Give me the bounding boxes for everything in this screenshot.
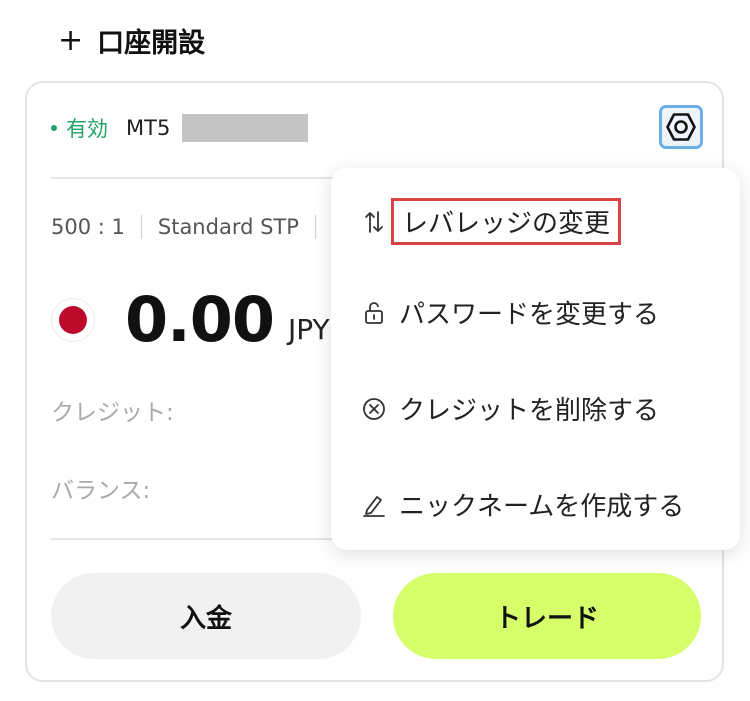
currency-label: JPY <box>287 313 330 346</box>
account-type: Standard STP <box>157 215 299 239</box>
balance-row: 0.00 JPY <box>51 283 330 356</box>
menu-item-delete-credit[interactable]: クレジットを削除する <box>361 390 659 427</box>
open-account-button[interactable]: + 口座開設 <box>58 22 206 59</box>
circle-x-icon <box>361 396 387 422</box>
status-dot-icon <box>51 125 57 131</box>
account-number-redacted <box>182 114 309 142</box>
account-status-row: 有効 MT5 <box>51 113 309 143</box>
pencil-icon <box>361 492 387 518</box>
platform-label: MT5 <box>126 116 171 140</box>
leverage-value: 500 : 1 <box>51 215 125 239</box>
deposit-button[interactable]: 入金 <box>51 573 361 659</box>
menu-item-create-nickname[interactable]: ニックネームを作成する <box>361 486 684 523</box>
japan-flag-icon <box>51 297 95 342</box>
plus-icon: + <box>58 22 84 58</box>
settings-dropdown-menu: レバレッジの変更 パスワードを変更する クレジットを削除する ニックネームを作成… <box>331 168 740 550</box>
balance-label: バランス: <box>51 478 151 504</box>
lock-icon <box>361 300 387 326</box>
open-account-label: 口座開設 <box>97 27 206 59</box>
menu-item-change-leverage[interactable]: レバレッジの変更 <box>361 198 622 245</box>
gear-icon <box>666 113 696 141</box>
menu-item-label: レバレッジの変更 <box>391 198 622 245</box>
menu-item-change-password[interactable]: パスワードを変更する <box>361 294 659 331</box>
account-specs: 500 : 1 Standard STP <box>51 215 332 239</box>
trade-button[interactable]: トレード <box>393 573 701 659</box>
settings-button[interactable] <box>659 105 703 149</box>
balance-amount: 0.00 <box>125 283 275 356</box>
menu-item-label: ニックネームを作成する <box>399 492 685 522</box>
menu-item-label: パスワードを変更する <box>399 300 660 330</box>
separator <box>140 215 142 239</box>
separator <box>314 215 316 239</box>
menu-item-label: クレジットを削除する <box>399 396 660 426</box>
swap-arrows-icon <box>361 209 387 235</box>
status-badge: 有効 <box>66 117 108 141</box>
credit-label: クレジット: <box>51 400 174 426</box>
